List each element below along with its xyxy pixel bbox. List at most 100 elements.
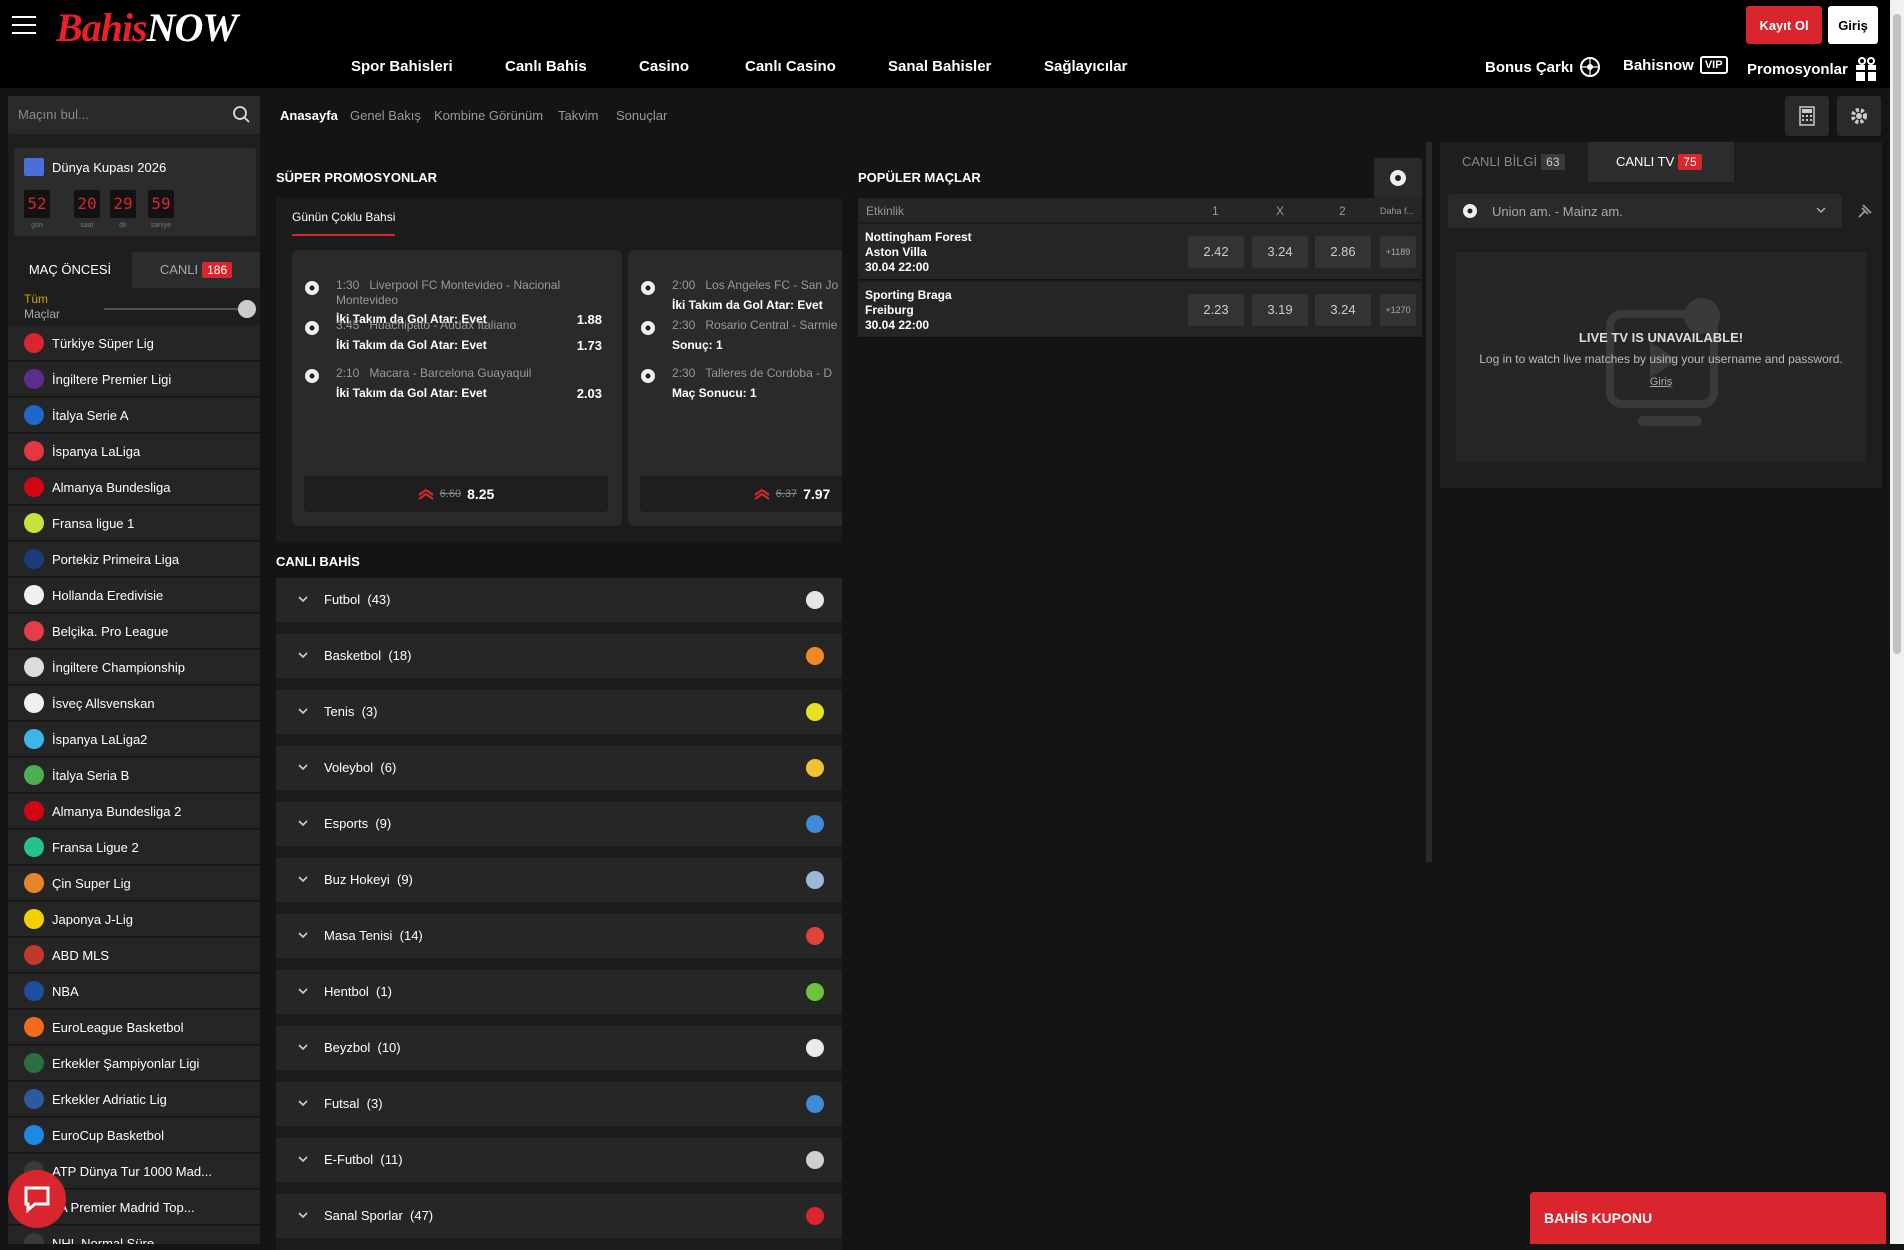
subnav-calendar[interactable]: Takvim xyxy=(558,108,598,123)
sidebar-league-item[interactable]: Erkekler Adriatic Lig xyxy=(8,1082,260,1117)
odd-away[interactable]: 2.86 xyxy=(1315,236,1371,268)
odd-draw[interactable]: 3.24 xyxy=(1252,236,1308,268)
live-sport-row[interactable]: Basketbol (18) xyxy=(276,634,842,690)
nav-live-casino[interactable]: Canlı Casino xyxy=(745,58,836,75)
scrollbar-thumb[interactable] xyxy=(1893,14,1901,654)
league-icon xyxy=(24,1089,44,1109)
register-button[interactable]: Kayıt Ol xyxy=(1746,6,1822,44)
popular-match-row[interactable]: Nottingham Forest Aston Villa 30.04 22:00 2… xyxy=(858,224,1422,280)
tab-live-info[interactable]: CANLI BİLGİ 63 xyxy=(1440,142,1588,182)
login-button[interactable]: Giriş xyxy=(1828,6,1878,44)
nav-virtual[interactable]: Sanal Bahisler xyxy=(888,58,991,75)
odd-draw[interactable]: 3.19 xyxy=(1252,294,1308,326)
wheel-icon xyxy=(1580,57,1601,77)
sidebar-league-item[interactable]: EuroCup Basketbol xyxy=(8,1118,260,1153)
match-search[interactable]: Maçını bul... xyxy=(8,96,260,134)
tv-login-link[interactable]: Giriş xyxy=(1456,376,1866,388)
promo-total-odds[interactable]: 6.37 7.97 xyxy=(640,476,842,512)
sidebar-league-item[interactable]: NHL Normal Süre xyxy=(8,1226,260,1244)
sidebar-league-item[interactable]: İspanya LaLiga2 xyxy=(8,722,260,757)
nav-live-betting[interactable]: Canlı Bahis xyxy=(505,58,587,75)
more-markets[interactable]: +1189 xyxy=(1380,236,1416,268)
live-sport-row[interactable]: Tenis (3) xyxy=(276,690,842,746)
live-sport-row[interactable]: Esports (9) xyxy=(276,802,842,858)
logo[interactable]: BahisNOW xyxy=(56,4,238,50)
sidebar-league-item[interactable]: EuroLeague Basketbol xyxy=(8,1010,260,1045)
tab-prematch[interactable]: MAÇ ÖNCESİ xyxy=(8,252,132,288)
live-sport-row[interactable]: Masa Tenisi (14) xyxy=(276,914,842,970)
time-filter-slider[interactable] xyxy=(104,300,256,318)
pin-icon[interactable] xyxy=(1856,202,1874,220)
promotions-link[interactable]: Promosyonlar xyxy=(1747,56,1878,82)
subnav-combined[interactable]: Kombine Görünüm xyxy=(434,108,543,123)
sidebar-league-item[interactable]: Japonya J-Lig xyxy=(8,902,260,937)
nav-casino[interactable]: Casino xyxy=(639,58,689,75)
sidebar-league-item[interactable]: İngiltere Championship xyxy=(8,650,260,685)
popular-match-row[interactable]: Sporting Braga Freiburg 30.04 22:00 2.23 3.1… xyxy=(858,282,1422,338)
search-icon[interactable] xyxy=(232,105,250,123)
page-scrollbar[interactable] xyxy=(1890,0,1904,1244)
old-odds: 6.37 xyxy=(775,488,798,500)
league-icon xyxy=(24,621,44,641)
football-filter-button[interactable] xyxy=(1374,158,1422,198)
tab-live-tv[interactable]: CANLI TV 75 xyxy=(1588,142,1734,182)
worldcup-countdown[interactable]: Dünya Kupası 2026 52 20 29 59 gün saat d… xyxy=(14,148,256,236)
sidebar-league-item[interactable]: Fransa ligue 1 xyxy=(8,506,260,541)
live-sport-row[interactable]: Beyzbol (10) xyxy=(276,1026,842,1082)
sidebar-league-item[interactable]: Belçika. Pro League xyxy=(8,614,260,649)
odd-away[interactable]: 3.24 xyxy=(1315,294,1371,326)
slider-handle[interactable] xyxy=(238,300,256,318)
sidebar-league-item[interactable]: İtalya Seria B xyxy=(8,758,260,793)
sport-icon xyxy=(806,927,824,945)
live-chat-button[interactable] xyxy=(8,1170,66,1228)
sidebar-league-item[interactable]: Almanya Bundesliga 2 xyxy=(8,794,260,829)
live-sport-row[interactable]: Futsal (3) xyxy=(276,1082,842,1138)
calculator-button[interactable] xyxy=(1785,96,1829,136)
search-input[interactable]: Maçını bul... xyxy=(18,107,89,122)
subnav-results[interactable]: Sonuçlar xyxy=(616,108,667,123)
sidebar-league-item[interactable]: İsveç Allsvenskan xyxy=(8,686,260,721)
chevron-down-icon xyxy=(1816,207,1826,214)
sidebar-league-item[interactable]: Türkiye Süper Lig xyxy=(8,326,260,361)
promo-card[interactable]: 2:00 Los Angeles FC - San Jo İki Takım da… xyxy=(628,250,842,526)
live-sport-row[interactable]: Voleybol (6) xyxy=(276,746,842,802)
sidebar-league-item[interactable]: İngiltere Premier Ligi xyxy=(8,362,260,397)
all-matches-label[interactable]: Tüm Maçlar xyxy=(24,292,60,322)
sport-name: Esports (9) xyxy=(324,816,392,831)
sidebar-league-item[interactable]: Fransa Ligue 2 xyxy=(8,830,260,865)
tab-daily-multi[interactable]: Günün Çoklu Bahsi xyxy=(292,210,396,236)
nav-sports[interactable]: Spor Bahisleri xyxy=(351,58,453,75)
live-sport-row[interactable]: Hentbol (1) xyxy=(276,970,842,1026)
settings-button[interactable] xyxy=(1837,96,1881,136)
tab-live[interactable]: CANLI 186 xyxy=(132,252,260,288)
sidebar-league-item[interactable]: Erkekler Şampiyonlar Ligi xyxy=(8,1046,260,1081)
sidebar-league-item[interactable]: İtalya Serie A xyxy=(8,398,260,433)
bonus-wheel-link[interactable]: Bonus Çarkı xyxy=(1485,56,1601,78)
promo-card[interactable]: 1:30 Liverpool FC Montevideo - Nacional … xyxy=(292,250,622,526)
live-sport-row[interactable]: Buz Hokeyi (9) xyxy=(276,858,842,914)
sidebar-league-item[interactable]: ABD MLS xyxy=(8,938,260,973)
live-sport-row[interactable]: E-Futbol (11) xyxy=(276,1138,842,1194)
subnav-overview[interactable]: Genel Bakış xyxy=(350,108,421,123)
bet-coupon-button[interactable]: BAHİS KUPONU xyxy=(1530,1192,1886,1244)
promo-match: 1:30 Liverpool FC Montevideo - Nacional … xyxy=(336,278,561,307)
subnav-home[interactable]: Anasayfa xyxy=(280,108,338,123)
promo-total-odds[interactable]: 6.60 8.25 xyxy=(304,476,608,512)
vip-link[interactable]: Bahisnow VIP xyxy=(1623,56,1728,74)
sidebar-league-item[interactable]: Hollanda Eredivisie xyxy=(8,578,260,613)
sidebar-league-item[interactable]: NBA xyxy=(8,974,260,1009)
odd-home[interactable]: 2.42 xyxy=(1188,236,1244,268)
sidebar-league-item[interactable]: Almanya Bundesliga xyxy=(8,470,260,505)
live-sport-row[interactable]: Futbol (43) xyxy=(276,578,842,634)
match-select[interactable]: Union am. - Mainz am. xyxy=(1448,194,1842,228)
sidebar-league-item[interactable]: İspanya LaLiga xyxy=(8,434,260,469)
sidebar-league-item[interactable]: Portekiz Primeira Liga xyxy=(8,542,260,577)
live-sport-row[interactable]: Sanal Sporlar (47) xyxy=(276,1194,842,1250)
promo-match: 2:10 Macara - Barcelona Guayaquil xyxy=(336,366,532,380)
countdown-label: saniye xyxy=(150,222,172,229)
sidebar-league-item[interactable]: Çin Super Lig xyxy=(8,866,260,901)
more-markets[interactable]: +1270 xyxy=(1380,294,1416,326)
menu-icon[interactable] xyxy=(12,16,36,36)
nav-providers[interactable]: Sağlayıcılar xyxy=(1044,58,1127,75)
odd-home[interactable]: 2.23 xyxy=(1188,294,1244,326)
